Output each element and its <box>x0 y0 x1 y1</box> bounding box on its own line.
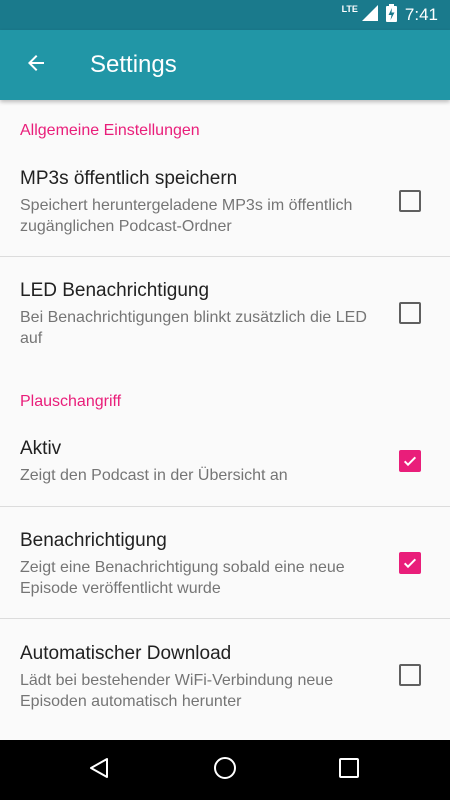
divider <box>0 256 450 257</box>
setting-title: Aktiv <box>20 438 62 459</box>
setting-summary: Speichert heruntergeladene MP3s im öffen… <box>20 197 353 235</box>
status-icons: LTE 7:41 <box>342 0 438 30</box>
checkbox-public-mp3[interactable] <box>399 190 421 212</box>
divider <box>0 506 450 507</box>
nav-home-icon <box>212 755 238 786</box>
setting-title: LED Benachrichtigung <box>20 280 210 301</box>
setting-title: Automatischer Download <box>20 643 232 664</box>
checkbox-notification[interactable] <box>399 552 421 574</box>
clock: 7:41 <box>404 5 438 24</box>
nav-back-button[interactable] <box>79 750 119 790</box>
setting-summary: Bei Benachrichtigungen blinkt zusätzlich… <box>20 309 367 347</box>
nav-home-button[interactable] <box>205 750 245 790</box>
checkbox-active[interactable] <box>399 450 421 472</box>
page-title: Settings <box>90 51 177 78</box>
checkbox-led-notification[interactable] <box>399 302 421 324</box>
battery-charging-icon <box>385 3 397 27</box>
setting-summary: Zeigt eine Benachrichtigung sobald eine … <box>20 559 345 597</box>
setting-item-led-notification[interactable]: LED Benachrichtigung Bei Benachrichtigun… <box>0 270 450 368</box>
signal-icon <box>361 4 378 26</box>
back-button[interactable] <box>16 45 56 85</box>
setting-item-public-mp3[interactable]: MP3s öffentlich speichern Speichert heru… <box>0 158 450 256</box>
network-type: LTE <box>341 4 358 14</box>
section-header-general: Allgemeine Einstellungen <box>20 122 200 139</box>
checkbox-auto-download[interactable] <box>399 664 421 686</box>
setting-item-notification[interactable]: Benachrichtigung Zeigt eine Benachrichti… <box>0 520 450 618</box>
app-bar: Settings <box>0 30 450 100</box>
check-icon <box>403 558 417 569</box>
setting-title: MP3s öffentlich speichern <box>20 168 238 189</box>
arrow-back-icon <box>24 51 48 80</box>
settings-list: Allgemeine Einstellungen MP3s öffentlich… <box>0 100 450 740</box>
setting-summary: Lädt bei bestehender WiFi-Verbindung neu… <box>20 672 334 710</box>
nav-recents-button[interactable] <box>329 750 369 790</box>
nav-recents-icon <box>338 757 360 784</box>
check-icon <box>403 456 417 467</box>
status-bar: LTE 7:41 <box>0 0 450 30</box>
section-header-plauschangriff: Plauschangriff <box>20 393 122 410</box>
nav-back-icon <box>87 756 111 785</box>
setting-summary: Zeigt den Podcast in der Übersicht an <box>20 467 288 484</box>
setting-title: Benachrichtigung <box>20 530 167 551</box>
setting-item-active[interactable]: Aktiv Zeigt den Podcast in der Übersicht… <box>0 428 450 506</box>
navigation-bar <box>0 740 450 800</box>
divider <box>0 618 450 619</box>
setting-item-auto-download[interactable]: Automatischer Download Lädt bei bestehen… <box>0 633 450 731</box>
